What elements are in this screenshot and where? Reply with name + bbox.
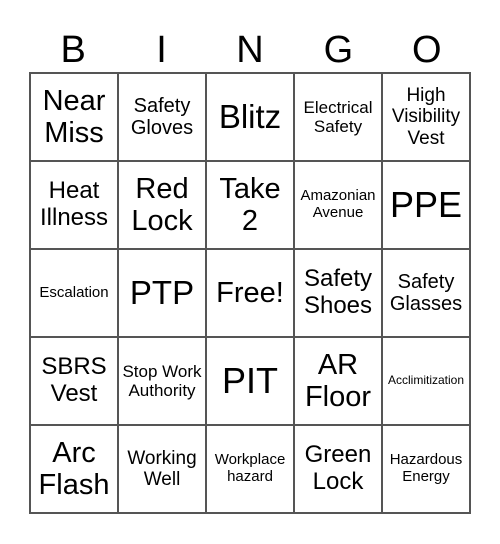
bingo-cell[interactable]: Arc Flash [30, 425, 118, 513]
bingo-cell[interactable]: Acclimitization [382, 337, 470, 425]
bingo-cell[interactable]: AR Floor [294, 337, 382, 425]
bingo-cell[interactable]: Escalation [30, 249, 118, 337]
bingo-cell[interactable]: Safety Glasses [382, 249, 470, 337]
bingo-cell[interactable]: PIT [206, 337, 294, 425]
bingo-header: B I N G O [29, 28, 471, 72]
bingo-cell[interactable]: Blitz [206, 73, 294, 161]
bingo-cell[interactable]: Stop Work Authority [118, 337, 206, 425]
free-space-cell[interactable]: Free! [206, 249, 294, 337]
bingo-cell[interactable]: Hazardous Energy [382, 425, 470, 513]
bingo-cell[interactable]: PPE [382, 161, 470, 249]
bingo-cell[interactable]: Workplace hazard [206, 425, 294, 513]
header-letter-b: B [60, 29, 86, 71]
bingo-cell[interactable]: Heat Illness [30, 161, 118, 249]
bingo-cell[interactable]: Take 2 [206, 161, 294, 249]
bingo-cell[interactable]: Green Lock [294, 425, 382, 513]
header-letter-o: O [411, 29, 442, 71]
header-letter-i: I [156, 29, 167, 71]
bingo-cell[interactable]: Electrical Safety [294, 73, 382, 161]
header-letter-n: N [236, 29, 264, 71]
bingo-cell[interactable]: Working Well [118, 425, 206, 513]
bingo-cell[interactable]: SBRS Vest [30, 337, 118, 425]
bingo-cell[interactable]: Safety Shoes [294, 249, 382, 337]
bingo-cell[interactable]: High Visibility Vest [382, 73, 470, 161]
bingo-cell[interactable]: PTP [118, 249, 206, 337]
bingo-cell[interactable]: Amazonian Avenue [294, 161, 382, 249]
bingo-cell[interactable]: Near Miss [30, 73, 118, 161]
bingo-cell[interactable]: Safety Gloves [118, 73, 206, 161]
bingo-cell[interactable]: Red Lock [118, 161, 206, 249]
header-letter-g: G [323, 29, 354, 71]
bingo-grid: Near Miss Safety Gloves Blitz Electrical… [29, 72, 471, 514]
